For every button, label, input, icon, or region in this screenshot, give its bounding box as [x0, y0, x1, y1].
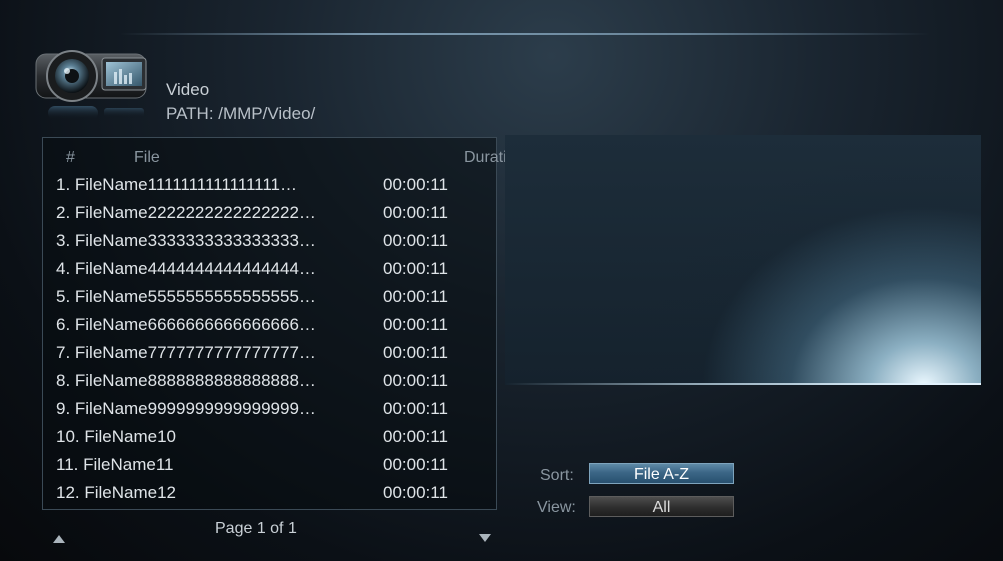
view-label: View:: [537, 499, 576, 516]
file-duration: 00:00:11: [383, 315, 448, 334]
list-item[interactable]: 11. FileName11 00:00:11: [56, 455, 476, 481]
column-header-file: File: [134, 149, 160, 166]
list-item[interactable]: 8. FileName8888888888888888… 00:00:11: [56, 371, 476, 397]
file-name: 6. FileName6666666666666666…: [56, 315, 316, 334]
file-duration: 00:00:11: [383, 259, 448, 278]
file-name: 9. FileName9999999999999999…: [56, 399, 316, 418]
list-item[interactable]: 4. FileName4444444444444444… 00:00:11: [56, 259, 476, 285]
file-duration: 00:00:11: [383, 399, 448, 418]
list-item[interactable]: 1. FileName1111111111111111… 00:00:11: [56, 175, 476, 201]
file-duration: 00:00:11: [383, 203, 448, 222]
video-camera-icon: [35, 50, 147, 120]
list-item[interactable]: 9. FileName9999999999999999… 00:00:11: [56, 399, 476, 425]
file-name: 8. FileName8888888888888888…: [56, 371, 316, 390]
top-divider: [120, 33, 930, 35]
file-name: 10. FileName10: [56, 427, 177, 446]
column-header-index: #: [66, 149, 75, 166]
file-name: 7. FileName7777777777777777…: [56, 343, 316, 362]
view-button[interactable]: All: [589, 496, 734, 517]
media-player-screen: Video PATH: /MMP/Video/ # File Duration …: [0, 0, 1003, 561]
path-label: PATH: /MMP/Video/: [166, 104, 316, 123]
list-item[interactable]: 3. FileName3333333333333333… 00:00:11: [56, 231, 476, 257]
scroll-down-arrow-icon[interactable]: [479, 534, 491, 542]
list-item[interactable]: 6. FileName6666666666666666… 00:00:11: [56, 315, 476, 341]
sort-label: Sort:: [540, 467, 574, 484]
sort-button[interactable]: File A-Z: [589, 463, 734, 484]
file-name: 1. FileName1111111111111111…: [56, 175, 297, 194]
file-name: 11. FileName11: [56, 455, 174, 474]
file-duration: 00:00:11: [383, 175, 448, 194]
list-item[interactable]: 5. FileName5555555555555555… 00:00:11: [56, 287, 476, 313]
file-name: 5. FileName5555555555555555…: [56, 287, 316, 306]
page-title: Video: [166, 80, 210, 99]
file-duration: 00:00:11: [383, 231, 448, 250]
list-item[interactable]: 10. FileName10 00:00:11: [56, 427, 476, 453]
file-duration: 00:00:11: [383, 427, 448, 446]
file-duration: 00:00:11: [383, 343, 448, 362]
preview-divider: [505, 383, 981, 385]
list-item[interactable]: 12. FileName12 00:00:11: [56, 483, 476, 509]
list-item[interactable]: 2. FileName2222222222222222… 00:00:11: [56, 203, 476, 229]
list-item[interactable]: 7. FileName7777777777777777… 00:00:11: [56, 343, 476, 369]
file-duration: 00:00:11: [383, 455, 448, 474]
file-name: 4. FileName4444444444444444…: [56, 259, 316, 278]
preview-pane: [505, 135, 981, 385]
page-indicator: Page 1 of 1: [215, 520, 297, 537]
file-duration: 00:00:11: [383, 287, 448, 306]
scroll-up-arrow-icon[interactable]: [53, 535, 65, 543]
file-duration: 00:00:11: [383, 483, 448, 502]
file-name: 12. FileName12: [56, 483, 177, 502]
file-name: 2. FileName2222222222222222…: [56, 203, 316, 222]
file-name: 3. FileName3333333333333333…: [56, 231, 316, 250]
file-duration: 00:00:11: [383, 371, 448, 390]
